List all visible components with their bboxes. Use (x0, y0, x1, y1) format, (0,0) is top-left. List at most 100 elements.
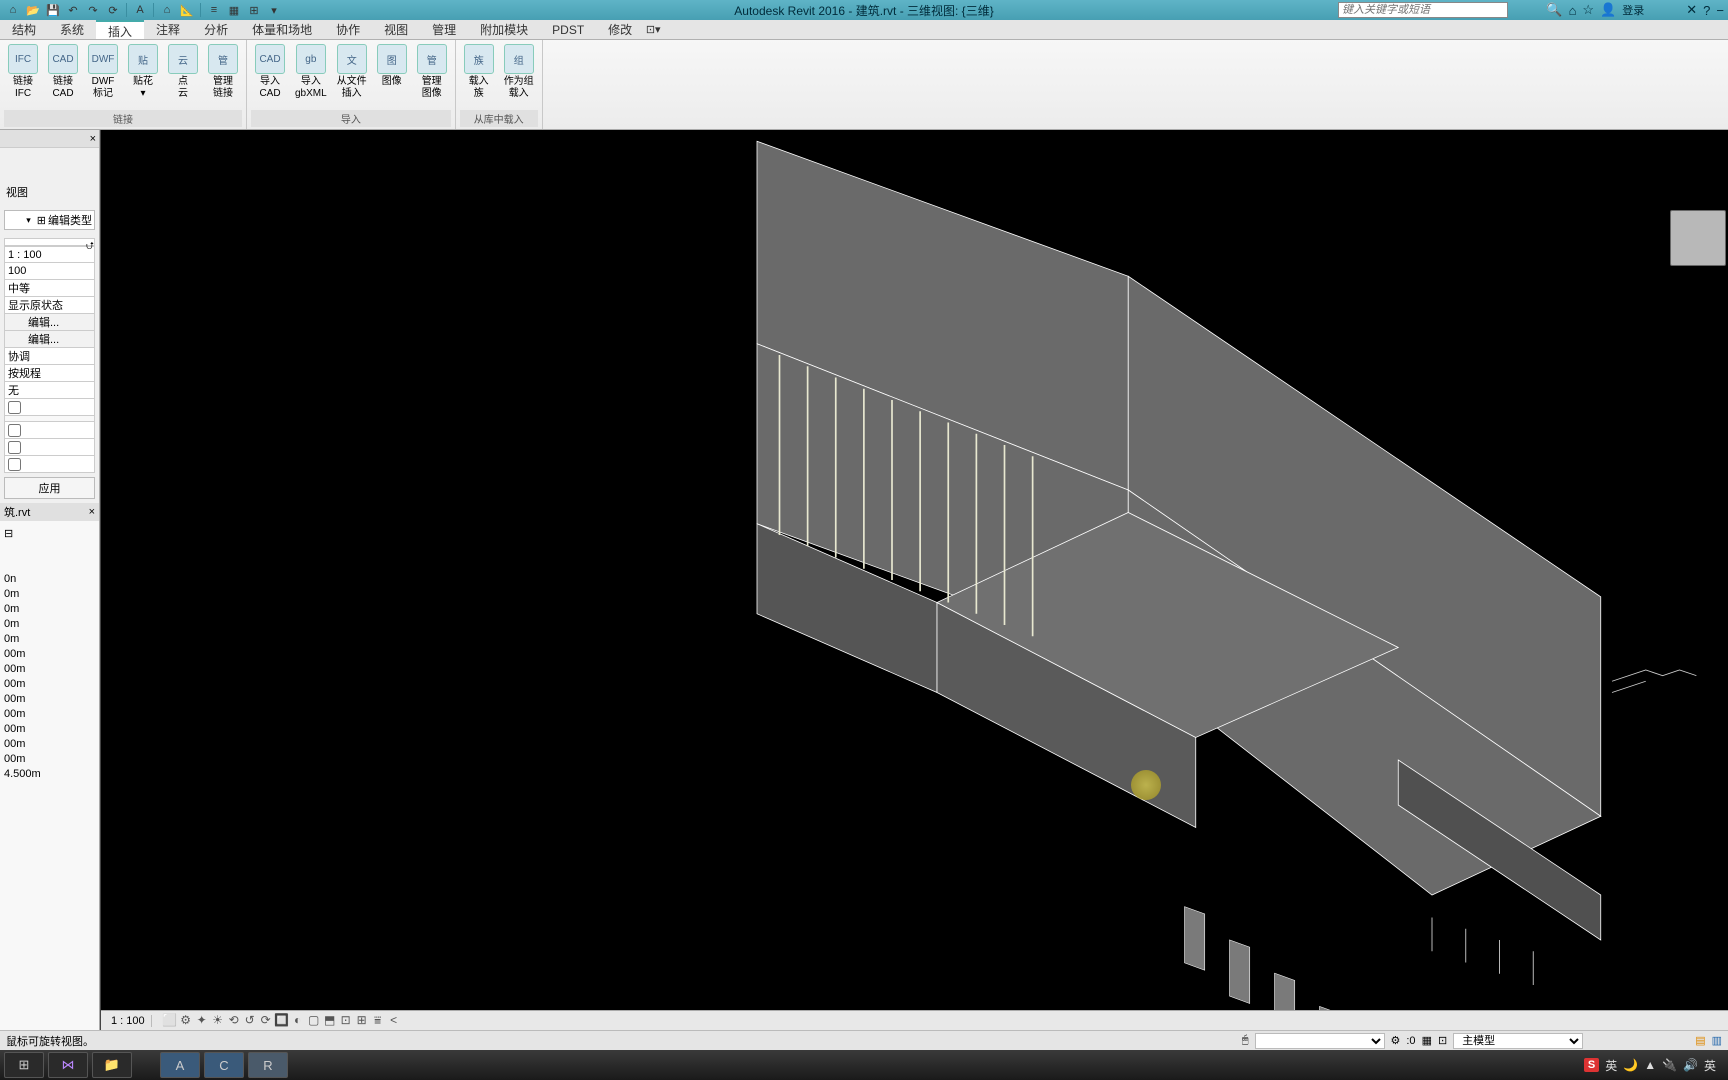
ribbon-btn-导入-gbXML[interactable]: gb导入gbXML (291, 42, 331, 102)
property-checkbox[interactable] (8, 458, 21, 471)
view-control-icon[interactable]: ⟲ (226, 1012, 242, 1028)
select-icon[interactable]: ⊡ (1438, 1034, 1447, 1047)
view-control-icon[interactable]: ⬜ (162, 1012, 178, 1028)
taskbar-app-a[interactable]: A (160, 1052, 200, 1078)
browser-item[interactable]: 0m (4, 632, 95, 647)
start-button[interactable]: ⊞ (4, 1052, 44, 1078)
home-icon[interactable]: ⌂ (158, 2, 176, 18)
ime-lang-icon[interactable]: 英 (1605, 1057, 1617, 1074)
ribbon-btn-DWF-标记[interactable]: DWFDWF标记 (84, 42, 122, 102)
browser-item[interactable]: 00m (4, 707, 95, 722)
login-label[interactable]: 登录 (1622, 2, 1644, 18)
browser-item[interactable]: 0m (4, 587, 95, 602)
view-control-icon[interactable]: ↺ (242, 1012, 258, 1028)
browser-item[interactable]: 4.500m (4, 767, 95, 782)
browser-item[interactable]: 00m (4, 677, 95, 692)
ribbon-btn-作为组-载入[interactable]: 组作为组载入 (500, 42, 538, 102)
tab-插入[interactable]: 插入 (96, 20, 144, 39)
property-row[interactable]: 按规程 (4, 365, 95, 382)
view-control-icon[interactable]: ⬒ (322, 1012, 338, 1028)
thin-lines-icon[interactable]: ≡ (205, 2, 223, 18)
ribbon-btn-从文件-插入[interactable]: 文从文件插入 (333, 42, 371, 102)
ribbon-btn-图像[interactable]: 图图像 (373, 42, 411, 90)
editable-only-icon[interactable]: ⚙ (1391, 1034, 1401, 1047)
property-row[interactable]: 中等 (4, 280, 95, 297)
open-icon[interactable]: 📂 (24, 2, 42, 18)
type-selector[interactable]: ▾ ⊞ 编辑类型 (4, 210, 95, 230)
view-control-icon[interactable]: ✦ (194, 1012, 210, 1028)
tray-up-icon[interactable]: ▲ (1644, 1058, 1656, 1072)
ribbon-btn-管理-图像[interactable]: 管管理图像 (413, 42, 451, 102)
text-icon[interactable]: A (131, 2, 149, 18)
moon-icon[interactable]: 🌙 (1623, 1058, 1638, 1072)
view-control-icon[interactable]: ⊞ (354, 1012, 370, 1028)
close-icon[interactable]: × (89, 506, 95, 518)
apply-button[interactable]: 应用 (4, 477, 95, 499)
view-control-icon[interactable]: ▢ (306, 1012, 322, 1028)
infocenter-icon[interactable]: 🔍 (1546, 2, 1562, 18)
press-drag-icon[interactable]: 🖱 (1242, 1034, 1249, 1047)
network-icon[interactable]: 🔌 (1662, 1058, 1677, 1072)
property-row[interactable]: 编辑... (4, 331, 95, 348)
browser-item[interactable]: 0m (4, 617, 95, 632)
view-control-icon[interactable]: ⊡ (338, 1012, 354, 1028)
browser-item[interactable]: 0m (4, 602, 95, 617)
tab-注释[interactable]: 注释 (144, 20, 192, 39)
tab-视图[interactable]: 视图 (372, 20, 420, 39)
undo-icon[interactable]: ↶ (64, 2, 82, 18)
tab-附加模块[interactable]: 附加模块 (468, 20, 540, 39)
redo-icon[interactable]: ↷ (84, 2, 102, 18)
dropdown-icon[interactable]: ▾ (265, 2, 283, 18)
property-checkbox[interactable] (8, 441, 21, 454)
taskbar-app-revit[interactable]: R (248, 1052, 288, 1078)
property-row[interactable]: 1 : 100 (4, 246, 95, 263)
edit-type-button[interactable]: 编辑类型 (48, 212, 92, 228)
tab-PDST[interactable]: PDST (540, 20, 596, 39)
tab-协作[interactable]: 协作 (324, 20, 372, 39)
property-row[interactable]: 显示原状态 (4, 297, 95, 314)
view-control-icon[interactable]: ☀ (210, 1012, 226, 1028)
ribbon-btn-链接-CAD[interactable]: CAD链接CAD (44, 42, 82, 102)
ribbon-btn-点-云[interactable]: 云点云 (164, 42, 202, 102)
worksets-dropdown[interactable] (1255, 1033, 1385, 1049)
view-control-icon[interactable]: ⩸ (370, 1013, 386, 1029)
property-row[interactable] (4, 439, 95, 456)
volume-icon[interactable]: 🔊 (1683, 1058, 1698, 1072)
browser-expand-icon[interactable]: ⊟ (0, 527, 99, 540)
tab-修改[interactable]: 修改 (596, 20, 644, 39)
view-scale[interactable]: 1 : 100 (105, 1015, 152, 1027)
property-row[interactable]: 100 (4, 263, 95, 280)
property-checkbox[interactable] (8, 424, 21, 437)
property-row[interactable] (4, 422, 95, 439)
minimize-ribbon-icon[interactable]: − (1716, 3, 1724, 18)
viewcube[interactable] (1670, 210, 1726, 266)
ribbon-btn-载入-族[interactable]: 族载入族 (460, 42, 498, 102)
property-edit-button[interactable]: 编辑... (25, 314, 94, 330)
tab-体量和场地[interactable]: 体量和场地 (240, 20, 324, 39)
tab-结构[interactable]: 结构 (0, 20, 48, 39)
property-row[interactable]: 编辑... (4, 314, 95, 331)
favorite-icon[interactable]: ☆ (1582, 2, 1594, 18)
browser-item[interactable]: 0n (4, 572, 95, 587)
ribbon-btn-贴花-▾[interactable]: 贴贴花▾ (124, 42, 162, 102)
view-control-icon[interactable]: ⟳ (258, 1012, 274, 1028)
ribbon-btn-管理-链接[interactable]: 管管理链接 (204, 42, 242, 102)
view-control-icon[interactable]: ⚙ (178, 1012, 194, 1028)
switch-windows-icon[interactable]: ⊞ (245, 2, 263, 18)
filter-icon[interactable]: ▦ (1422, 1034, 1432, 1047)
property-row[interactable] (4, 399, 95, 416)
exchange-icon[interactable]: ✕ (1686, 2, 1697, 18)
select-links-icon[interactable]: ▤ (1695, 1034, 1705, 1047)
property-row[interactable]: 协调 (4, 348, 95, 365)
user-icon[interactable]: 👤 (1600, 2, 1616, 18)
property-row[interactable] (4, 456, 95, 473)
taskbar-app-c[interactable]: C (204, 1052, 244, 1078)
property-checkbox[interactable] (8, 401, 21, 414)
design-options-dropdown[interactable]: 主模型 (1453, 1033, 1583, 1049)
view-control-icon[interactable]: ◐ (290, 1012, 306, 1028)
browser-item[interactable]: 00m (4, 737, 95, 752)
browser-item[interactable]: 00m (4, 692, 95, 707)
sync-icon[interactable]: ⟳ (104, 2, 122, 18)
search-input[interactable] (1338, 2, 1508, 18)
view-control-icon[interactable]: < (386, 1012, 402, 1028)
